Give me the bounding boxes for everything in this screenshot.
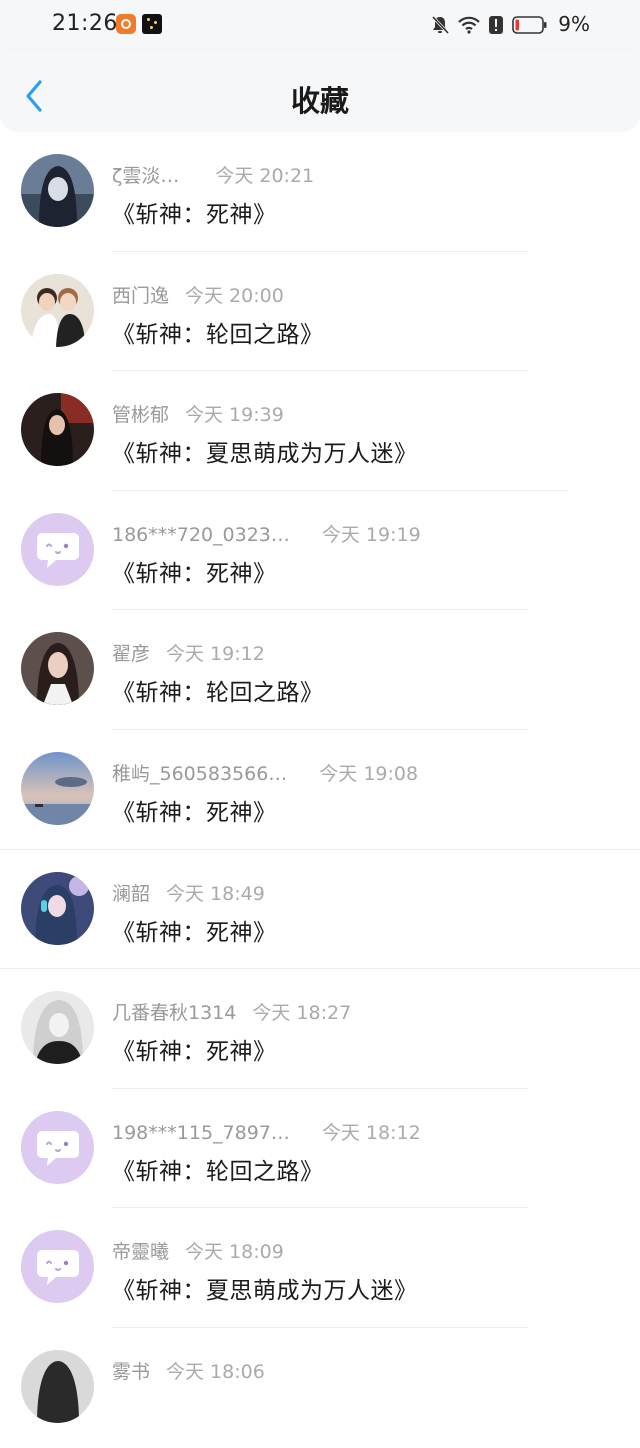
timestamp: 今天 18:09 [185, 1241, 284, 1264]
list-item[interactable]: 翟彦 今天 19:12 《斩神：轮回之路》 [0, 610, 640, 730]
battery-low-icon [512, 16, 547, 34]
user-name: 帝靈曦 [112, 1241, 170, 1264]
alert-icon [489, 16, 503, 34]
list-item[interactable]: ζ雲淡… 今天 20:21 《斩神：死神》 [0, 132, 640, 252]
status-bar: 21:26 9% [0, 0, 640, 50]
user-name: 186***720_0323… [112, 523, 290, 546]
avatar[interactable] [21, 991, 94, 1065]
app-notification-icon [116, 14, 136, 34]
list-item[interactable]: 雾书 今天 18:06 [0, 1328, 640, 1448]
timestamp: 今天 19:12 [166, 643, 265, 666]
status-time: 21:26 [52, 11, 118, 36]
favorite-content: 《斩神：死神》 [112, 799, 277, 826]
timestamp: 今天 20:21 [215, 165, 315, 187]
favorite-content: 《斩神：夏思萌成为万人迷》 [112, 441, 418, 468]
user-name: 西门逸 [112, 284, 170, 307]
avatar[interactable] [21, 1110, 94, 1184]
chat-bubble-icon [37, 1250, 79, 1286]
battery-percent: 9% [558, 12, 590, 36]
app-notification-icon [142, 14, 162, 34]
favorite-content: 《斩神：轮回之路》 [112, 680, 324, 707]
timestamp: 今天 19:19 [321, 523, 421, 546]
timestamp: 今天 18:49 [166, 882, 265, 905]
user-name: 管彬郁 [112, 404, 170, 427]
favorite-content: 《斩神：夏思萌成为万人迷》 [112, 1278, 418, 1305]
user-name: 澜韶 [112, 882, 151, 905]
timestamp: 今天 18:12 [321, 1121, 421, 1144]
avatar[interactable] [21, 751, 94, 825]
wifi-icon [458, 16, 480, 34]
avatar[interactable] [21, 154, 94, 227]
timestamp: 今天 19:39 [185, 404, 284, 427]
user-name: 几番春秋1314 [112, 1002, 237, 1025]
favorite-content: 《斩神：轮回之路》 [112, 321, 324, 348]
avatar[interactable] [21, 632, 94, 706]
avatar[interactable] [21, 1230, 94, 1304]
chat-bubble-icon [37, 1130, 79, 1166]
favorite-content: 《斩神：死神》 [112, 1039, 277, 1066]
user-name: ζ雲淡… [112, 165, 180, 187]
avatar[interactable] [21, 273, 94, 347]
list-item[interactable]: 管彬郁 今天 19:39 《斩神：夏思萌成为万人迷》 [0, 371, 640, 491]
list-item[interactable]: 澜韶 今天 18:49 《斩神：死神》 [0, 850, 640, 970]
list-item[interactable]: 几番春秋1314 今天 18:27 《斩神：死神》 [0, 969, 640, 1089]
user-name: 稚屿_560583566… [112, 762, 288, 785]
page-title: 收藏 [290, 84, 349, 118]
avatar[interactable] [21, 512, 94, 586]
timestamp: 今天 19:08 [319, 762, 419, 785]
user-name: 198***115_7897… [112, 1121, 290, 1144]
header: 收藏 [0, 50, 640, 130]
chat-bubble-icon [37, 532, 79, 568]
mute-bell-icon [431, 15, 450, 35]
avatar[interactable] [21, 393, 94, 467]
favorite-content: 《斩神：死神》 [112, 202, 277, 228]
favorites-list: ζ雲淡… 今天 20:21 《斩神：死神》 西门逸 今天 20:00 《斩神：轮回之… [0, 132, 640, 1448]
favorite-content: 《斩神：死神》 [112, 919, 277, 946]
favorite-content: 《斩神：轮回之路》 [112, 1158, 324, 1185]
list-item[interactable]: 稚屿_560583566… 今天 19:08 《斩神：死神》 [0, 730, 640, 850]
avatar[interactable] [21, 871, 94, 945]
timestamp: 今天 18:27 [252, 1002, 352, 1025]
avatar[interactable] [21, 1349, 94, 1423]
timestamp: 今天 18:06 [166, 1360, 265, 1383]
favorite-content: 《斩神：死神》 [112, 560, 277, 587]
list-item[interactable]: 帝靈曦 今天 18:09 《斩神：夏思萌成为万人迷》 [0, 1208, 640, 1328]
list-item[interactable]: 198***115_7897… 今天 18:12 《斩神：轮回之路》 [0, 1089, 640, 1209]
user-name: 翟彦 [112, 643, 151, 666]
user-name: 雾书 [112, 1360, 151, 1383]
list-item[interactable]: 186***720_0323… 今天 19:19 《斩神：死神》 [0, 491, 640, 611]
timestamp: 今天 20:00 [185, 284, 284, 307]
list-item[interactable]: 西门逸 今天 20:00 《斩神：轮回之路》 [0, 252, 640, 372]
